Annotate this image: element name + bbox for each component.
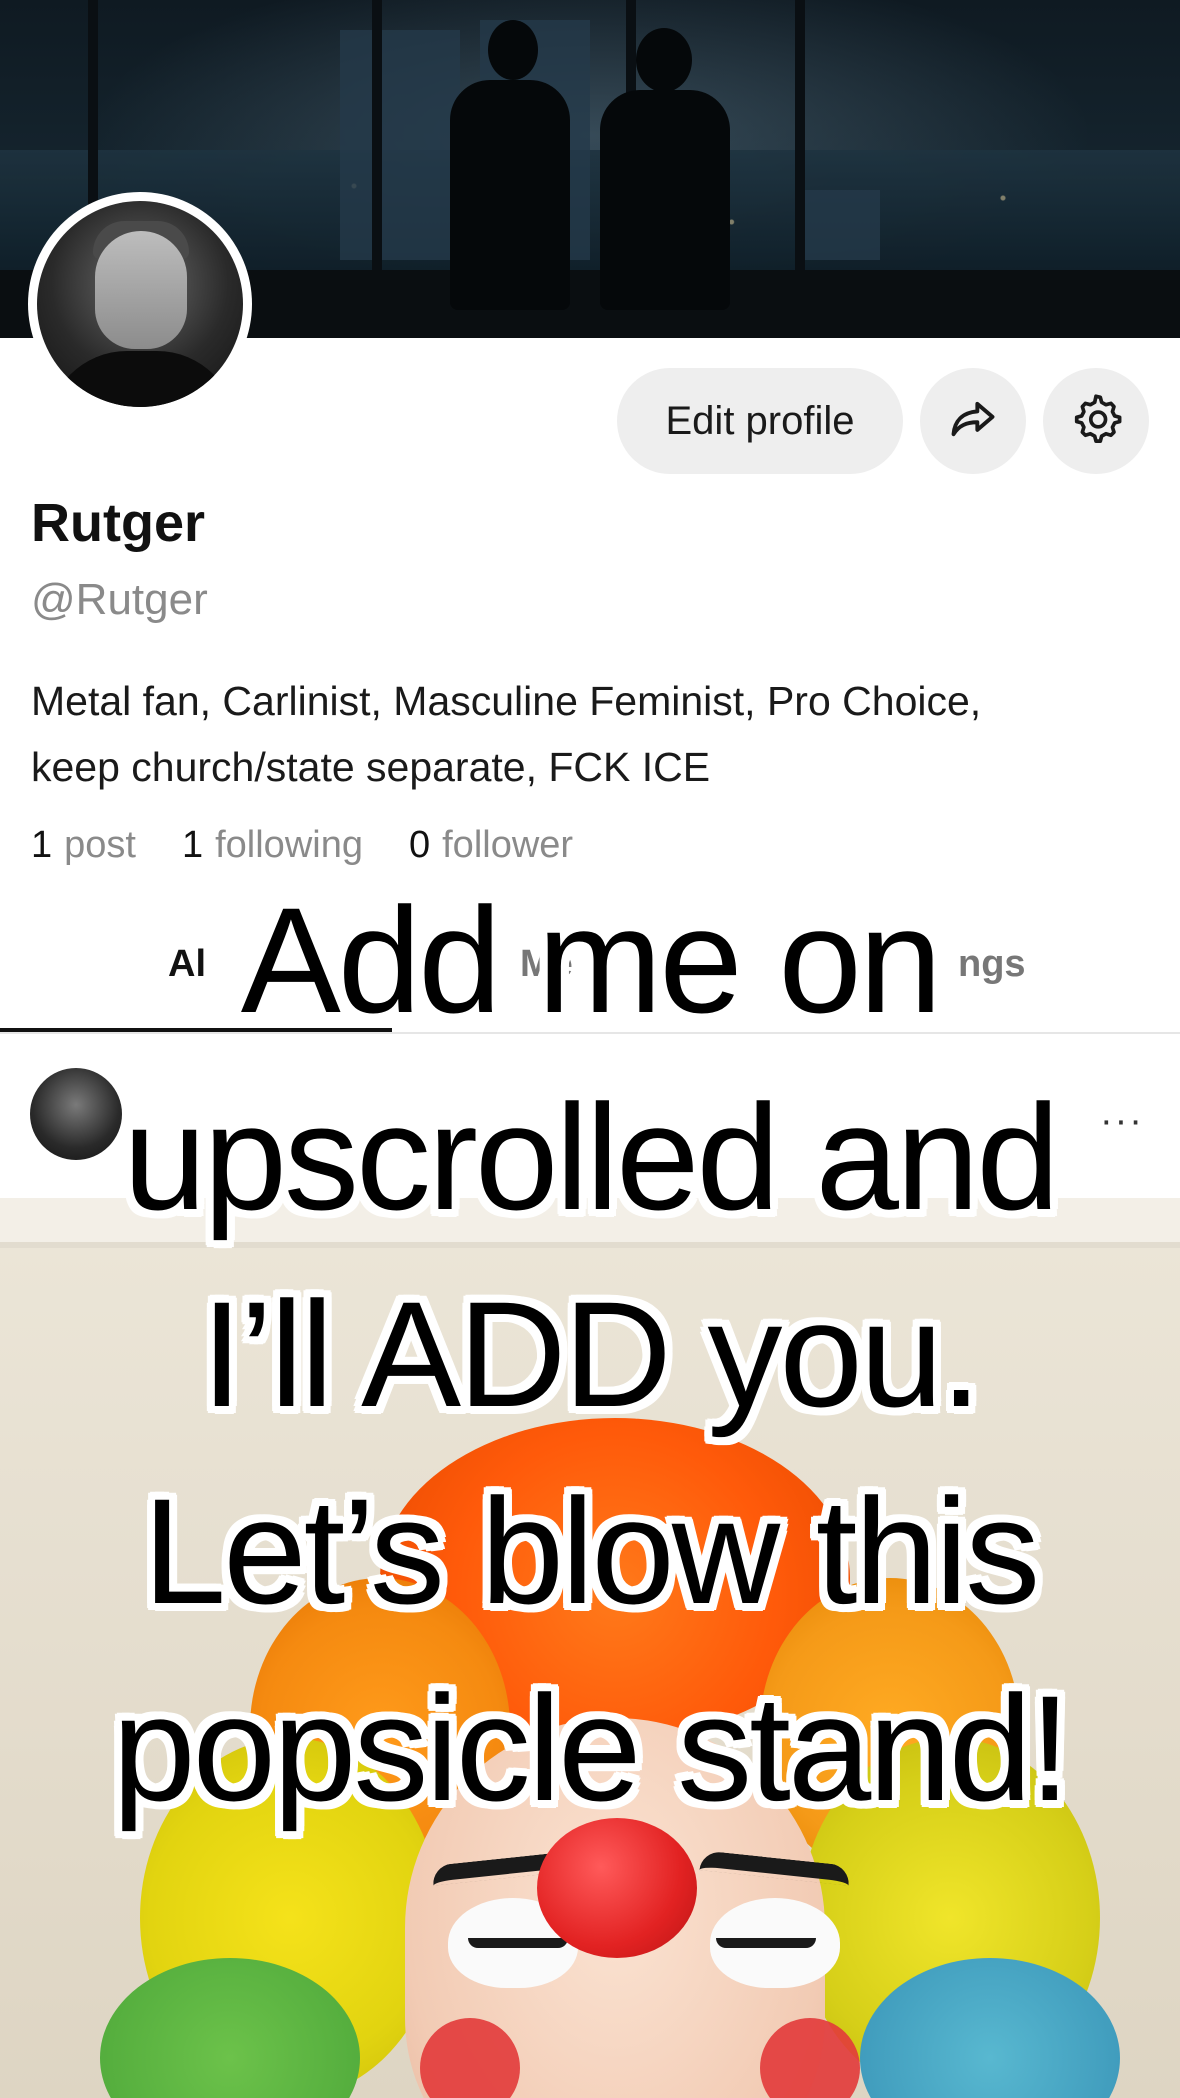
overlay-caption: Add me on upscrolled and I’ll ADD you. L… [0, 862, 1180, 1847]
share-button[interactable] [920, 368, 1026, 474]
caption-line: upscrolled and [123, 1073, 1060, 1241]
stat-followers-count: 0 [408, 824, 431, 866]
profile-name: Rutger [31, 493, 205, 553]
stat-followers[interactable]: 0 follower [409, 824, 573, 867]
stat-posts-label: post [64, 824, 136, 866]
share-arrow-icon [947, 393, 999, 450]
stat-posts-count: 1 [31, 824, 53, 866]
avatar[interactable] [28, 192, 252, 416]
stat-posts[interactable]: 1 post [31, 824, 136, 867]
caption-line: popsicle stand! [112, 1664, 1071, 1832]
profile-handle: @Rutger [31, 575, 208, 624]
avatar-photo [37, 201, 243, 407]
stat-followers-label: follower [442, 824, 574, 866]
stat-following[interactable]: 1 following [182, 824, 363, 867]
caption-line: Let’s blow this [142, 1467, 1040, 1635]
settings-button[interactable] [1043, 368, 1149, 474]
gear-icon [1070, 393, 1122, 450]
stat-following-count: 1 [181, 824, 204, 866]
edit-profile-button[interactable]: Edit profile [617, 368, 903, 474]
profile-bio: Metal fan, Carlinist, Masculine Feminist… [31, 678, 982, 790]
profile-stats: 1 post 1 following 0 follower [31, 824, 619, 867]
caption-line: Add me on [240, 876, 942, 1044]
caption-line: I’ll ADD you. [201, 1270, 982, 1438]
stat-following-label: following [215, 824, 363, 866]
